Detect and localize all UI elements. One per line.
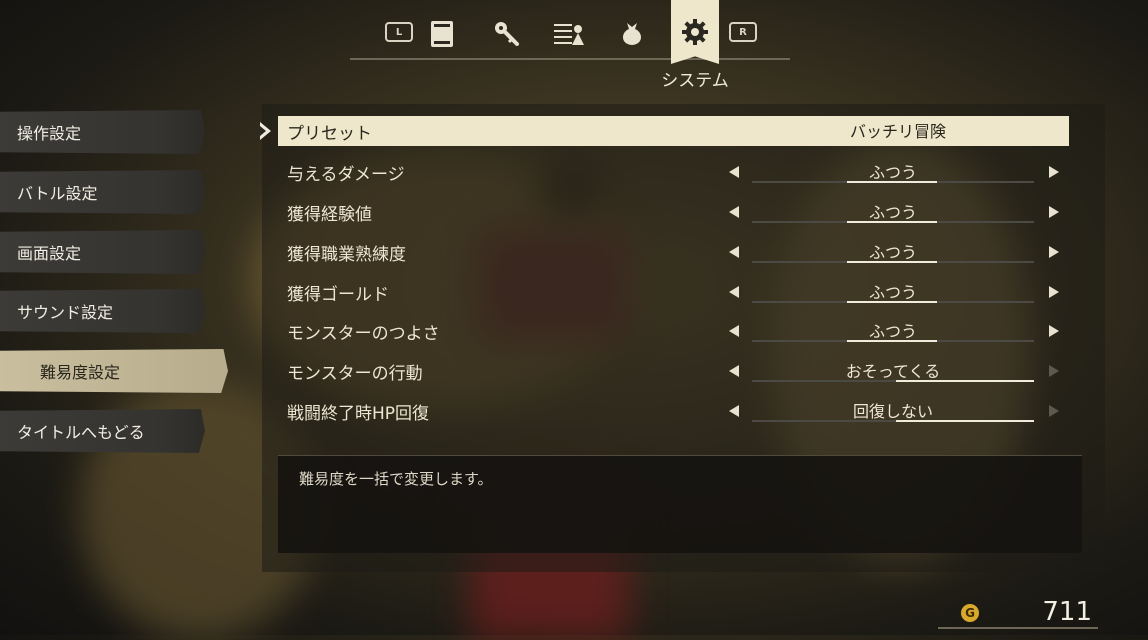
setting-value: ふつう bbox=[868, 203, 917, 222]
arrow-right-icon bbox=[1049, 365, 1059, 377]
setting-row-monster-strength[interactable]: モンスターのつよさ ふつう bbox=[278, 316, 1069, 346]
arrow-right-icon[interactable] bbox=[1049, 166, 1059, 178]
description-text: 難易度を一括で変更します。 bbox=[299, 470, 493, 488]
setting-row-damage-dealt[interactable]: 与えるダメージ ふつう bbox=[278, 157, 1069, 187]
setting-label: モンスターの行動 bbox=[287, 363, 423, 384]
arrow-right-icon bbox=[1049, 405, 1059, 417]
sidebar-item-controls[interactable]: 操作設定 bbox=[0, 110, 205, 154]
sidebar-item-label: 操作設定 bbox=[17, 124, 82, 143]
arrow-left-icon[interactable] bbox=[729, 246, 739, 258]
setting-row-monster-behavior[interactable]: モンスターの行動 おそってくる bbox=[278, 356, 1069, 386]
arrow-right-icon[interactable] bbox=[1049, 286, 1059, 298]
arrow-right-icon[interactable] bbox=[1049, 206, 1059, 218]
gold-underline bbox=[938, 627, 1098, 629]
l-shoulder-button[interactable]: L bbox=[385, 22, 413, 42]
arrow-left-icon[interactable] bbox=[729, 166, 739, 178]
setting-value: ふつう bbox=[868, 322, 917, 341]
active-tab-label: システム bbox=[661, 71, 729, 91]
party-icon[interactable] bbox=[549, 14, 589, 54]
setting-label: 与えるダメージ bbox=[287, 164, 405, 185]
description-box: 難易度を一括で変更します。 bbox=[278, 455, 1082, 553]
setting-value: 回復しない bbox=[852, 402, 933, 421]
setting-value: おそってくる bbox=[845, 362, 941, 381]
setting-value: バッチリ冒険 bbox=[849, 122, 946, 141]
gold-coin-icon: G bbox=[961, 604, 979, 622]
setting-label: 獲得経験値 bbox=[287, 204, 372, 225]
sidebar-item-label: タイトルへもどる bbox=[17, 423, 145, 442]
sidebar-item-return-title[interactable]: タイトルへもどる bbox=[0, 409, 205, 453]
setting-row-exp-gained[interactable]: 獲得経験値 ふつう bbox=[278, 197, 1069, 227]
r-shoulder-button[interactable]: R bbox=[729, 22, 757, 42]
arrow-left-icon[interactable] bbox=[729, 286, 739, 298]
setting-value: ふつう bbox=[868, 283, 917, 302]
setting-row-job-proficiency[interactable]: 獲得職業熟練度 ふつう bbox=[278, 237, 1069, 267]
tab-system[interactable] bbox=[671, 0, 719, 64]
arrow-left-icon[interactable] bbox=[729, 206, 739, 218]
gold-amount: 711 bbox=[1042, 597, 1092, 627]
journal-icon[interactable] bbox=[422, 14, 462, 54]
key-item-icon[interactable] bbox=[486, 14, 526, 54]
arrow-left-icon[interactable] bbox=[729, 365, 739, 377]
gear-icon bbox=[682, 19, 708, 45]
setting-row-preset[interactable]: プリセット バッチリ冒険 bbox=[278, 116, 1069, 146]
sidebar-item-label: 難易度設定 bbox=[40, 363, 121, 382]
setting-label: プリセット bbox=[287, 123, 372, 144]
bag-icon[interactable] bbox=[612, 14, 652, 54]
sidebar-item-label: 画面設定 bbox=[17, 244, 82, 263]
arrow-right-icon[interactable] bbox=[1049, 325, 1059, 337]
arrow-left-icon[interactable] bbox=[729, 325, 739, 337]
setting-label: モンスターのつよさ bbox=[287, 323, 440, 344]
setting-value: ふつう bbox=[868, 163, 917, 182]
selection-cursor-icon bbox=[260, 122, 271, 140]
arrow-right-icon[interactable] bbox=[1049, 246, 1059, 258]
setting-value: ふつう bbox=[868, 243, 917, 262]
sidebar-item-label: サウンド設定 bbox=[17, 303, 114, 322]
setting-label: 獲得ゴールド bbox=[287, 284, 389, 305]
setting-row-gold-gained[interactable]: 獲得ゴールド ふつう bbox=[278, 277, 1069, 307]
setting-row-hp-recovery[interactable]: 戦闘終了時HP回復 回復しない bbox=[278, 396, 1069, 426]
setting-label: 獲得職業熟練度 bbox=[287, 244, 406, 265]
arrow-left-icon[interactable] bbox=[729, 405, 739, 417]
sidebar-item-display[interactable]: 画面設定 bbox=[0, 230, 205, 274]
sidebar-item-difficulty[interactable]: 難易度設定 bbox=[0, 349, 228, 393]
sidebar-item-battle[interactable]: バトル設定 bbox=[0, 170, 205, 214]
sidebar-item-label: バトル設定 bbox=[17, 184, 98, 203]
sidebar-item-sound[interactable]: サウンド設定 bbox=[0, 289, 205, 333]
setting-label: 戦闘終了時HP回復 bbox=[287, 403, 430, 424]
